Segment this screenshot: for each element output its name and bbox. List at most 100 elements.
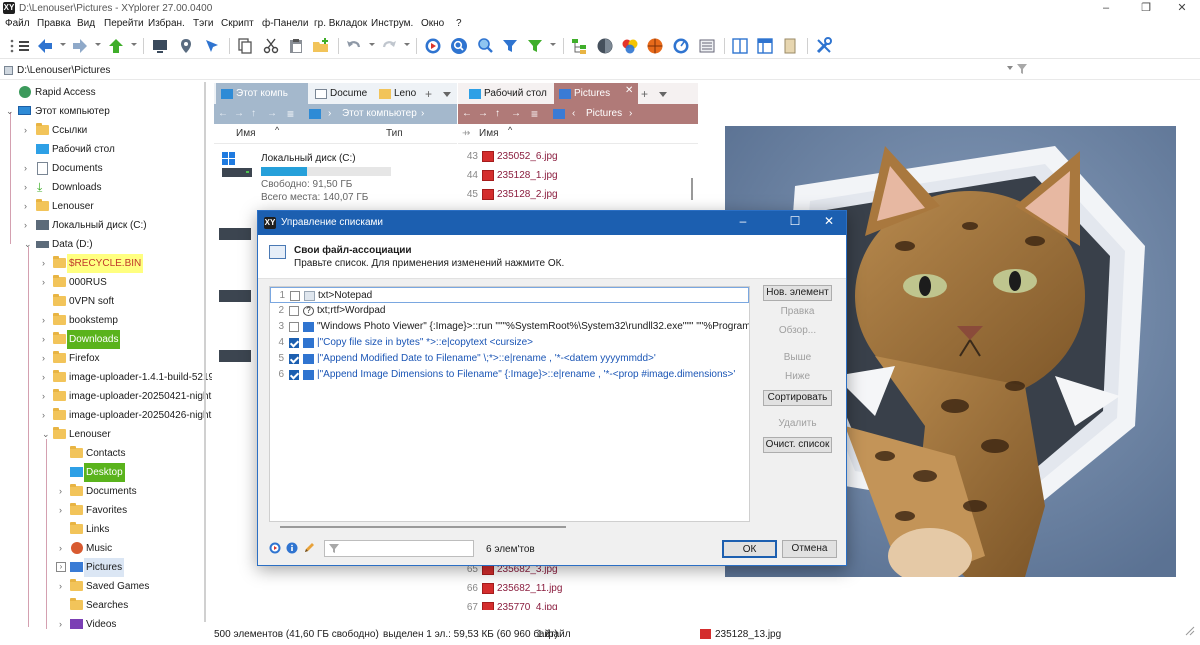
search-circle-icon[interactable] — [450, 37, 468, 55]
hamburger-menu-icon[interactable]: ≡ — [531, 104, 538, 124]
copy-icon[interactable] — [236, 37, 254, 55]
tab-documents[interactable]: Docume — [310, 83, 372, 105]
undo-dropdown-icon[interactable] — [369, 43, 375, 46]
up-arrow-icon[interactable] — [107, 37, 125, 55]
forward-arrow-icon[interactable] — [71, 37, 89, 55]
row-text[interactable]: |"Append Image Dimensions to Filename" {… — [317, 367, 735, 383]
edit-button[interactable]: Правка — [763, 305, 832, 321]
tree-view-icon[interactable] — [570, 37, 588, 55]
tree-item[interactable]: › Saved Games — [0, 577, 212, 596]
row-text[interactable]: txt;rtf>Wordpad — [317, 303, 385, 319]
menu-file[interactable]: Файл — [5, 18, 30, 29]
tree-item[interactable]: Contacts — [0, 444, 212, 463]
filter-icon[interactable] — [501, 37, 519, 55]
menu-favorites[interactable]: Избран. — [148, 18, 185, 29]
back-arrow-icon[interactable]: ← — [462, 104, 472, 124]
expand-chevron-icon[interactable]: › — [24, 197, 32, 216]
sort-button[interactable]: Сортировать — [763, 390, 832, 406]
up-dropdown-icon[interactable] — [131, 43, 137, 46]
tree-item[interactable]: Searches — [0, 596, 212, 615]
address-dropdown-icon[interactable] — [1007, 66, 1013, 70]
filter-green-icon[interactable] — [526, 37, 544, 55]
expand-chevron-icon[interactable]: › — [59, 539, 67, 558]
location-pin-icon[interactable] — [177, 37, 195, 55]
list-row[interactable]: 3 "Windows Photo Viewer" {:Image}>::run … — [270, 319, 749, 335]
tree-item[interactable]: › Documents — [0, 482, 212, 501]
expand-chevron-icon[interactable]: › — [42, 368, 50, 387]
file-row[interactable]: 43 235052_6.jpg — [460, 147, 690, 166]
menu-help[interactable]: ? — [456, 18, 462, 29]
back-dropdown-icon[interactable] — [60, 43, 66, 46]
expand-chevron-icon[interactable]: › — [59, 501, 67, 520]
expand-chevron-icon[interactable]: › — [24, 216, 32, 235]
tree-item[interactable]: ⌄ Data (D:) — [0, 235, 212, 254]
back-arrow-icon[interactable] — [36, 37, 54, 55]
expand-chevron-icon[interactable]: › — [42, 273, 50, 292]
filter-dropdown-icon[interactable] — [550, 43, 556, 46]
expand-chevron-icon[interactable]: › — [24, 121, 32, 140]
dialog-close-button[interactable]: ✕ — [814, 214, 844, 228]
cancel-button[interactable]: Отмена — [782, 540, 837, 558]
tree-item[interactable]: › bookstemp — [0, 311, 212, 330]
tree-item[interactable]: › 000RUS — [0, 273, 212, 292]
row-text[interactable]: |"Append Modified Date to Filename" \;*>… — [317, 351, 656, 367]
tab-lenouser[interactable]: Lenо — [374, 83, 420, 105]
tree-item[interactable]: Рабочий стол — [0, 140, 212, 159]
layout-icon[interactable] — [756, 37, 774, 55]
menu-go[interactable]: Перейти — [104, 18, 144, 29]
forward-arrow-icon[interactable]: → — [478, 104, 488, 124]
tree-item[interactable]: › $RECYCLE.BIN — [0, 254, 212, 273]
tree-item[interactable]: 0VPN soft — [0, 292, 212, 311]
menu-script[interactable]: Скрипт — [221, 18, 254, 29]
tree-item[interactable]: › image-uploader-1.4.1-build-5219 — [0, 368, 212, 387]
tree-scrollbar[interactable] — [204, 82, 206, 622]
column-name[interactable]: Имя — [479, 124, 498, 144]
tree-item[interactable]: › Downloads — [0, 330, 212, 349]
tree-item[interactable]: › Favorites — [0, 501, 212, 520]
row-text[interactable]: |"Copy file size in bytes" *>::e|copytex… — [317, 335, 533, 351]
hamburger-menu-icon[interactable] — [15, 37, 29, 55]
breadcrumb-pictures[interactable]: Pictures — [586, 104, 622, 124]
expand-box-icon[interactable]: › — [56, 562, 66, 572]
forward-arrow-icon[interactable]: → — [234, 104, 244, 124]
ball-icon[interactable] — [646, 37, 664, 55]
dialog-maximize-button[interactable]: ☐ — [780, 214, 810, 228]
list-row[interactable]: 2 ? txt;rtf>Wordpad — [270, 303, 749, 319]
tree-item[interactable]: Links — [0, 520, 212, 539]
history-icon[interactable]: → — [511, 104, 521, 124]
minimize-button[interactable]: – — [1088, 0, 1124, 17]
move-up-button[interactable]: Выше — [763, 351, 832, 367]
browse-button[interactable]: Обзор... — [763, 324, 832, 340]
address-bar[interactable]: D:\Lenouser\Pictures — [0, 61, 1200, 80]
undo-icon[interactable] — [345, 37, 363, 55]
list-row[interactable]: 6 |"Append Image Dimensions to Filename"… — [270, 367, 749, 383]
dialog-minimize-button[interactable]: – — [728, 214, 758, 228]
drive-icon[interactable] — [219, 350, 251, 362]
row-checkbox[interactable] — [289, 306, 299, 316]
column-name[interactable]: Имя — [236, 124, 255, 144]
hamburger-menu-icon[interactable]: ≡ — [287, 104, 294, 124]
move-down-button[interactable]: Ниже — [763, 370, 832, 386]
menu-panels[interactable]: ф-Панели — [262, 18, 308, 29]
tree-item[interactable]: › image-uploader-20250421-night — [0, 387, 212, 406]
file-row[interactable]: 44 235128_1.jpg — [460, 166, 690, 185]
drive-c-row[interactable]: Локальный диск (C:) Свободно: 91,50 ГБ В… — [214, 146, 457, 210]
tree-item[interactable]: Desktop — [0, 463, 212, 482]
menu-window[interactable]: Окно — [421, 18, 444, 29]
file-row[interactable]: 45 235128_2.jpg — [460, 185, 690, 204]
tree-item[interactable]: › Локальный диск (C:) — [0, 216, 212, 235]
file-row[interactable]: 66 235682_11.jpg — [460, 579, 690, 598]
tree-item[interactable]: › Music — [0, 539, 212, 558]
expand-chevron-icon[interactable]: › — [42, 330, 50, 349]
row-checkbox[interactable] — [289, 354, 299, 364]
cursor-arrow-icon[interactable] — [203, 37, 221, 55]
association-list[interactable]: 1 txt>Notepad 2 ? txt;rtf>Wordpad 3 "Win… — [269, 286, 750, 522]
redo-dropdown-icon[interactable] — [404, 43, 410, 46]
menu-tools[interactable]: Инструм. — [371, 18, 413, 29]
dark-mode-icon[interactable] — [596, 37, 614, 55]
redo-icon[interactable] — [380, 37, 398, 55]
tree-item[interactable]: › Lenouser — [0, 197, 212, 216]
search-icon[interactable] — [476, 37, 494, 55]
maximize-button[interactable]: ❐ — [1128, 0, 1164, 17]
expand-chevron-icon[interactable]: › — [59, 577, 67, 596]
